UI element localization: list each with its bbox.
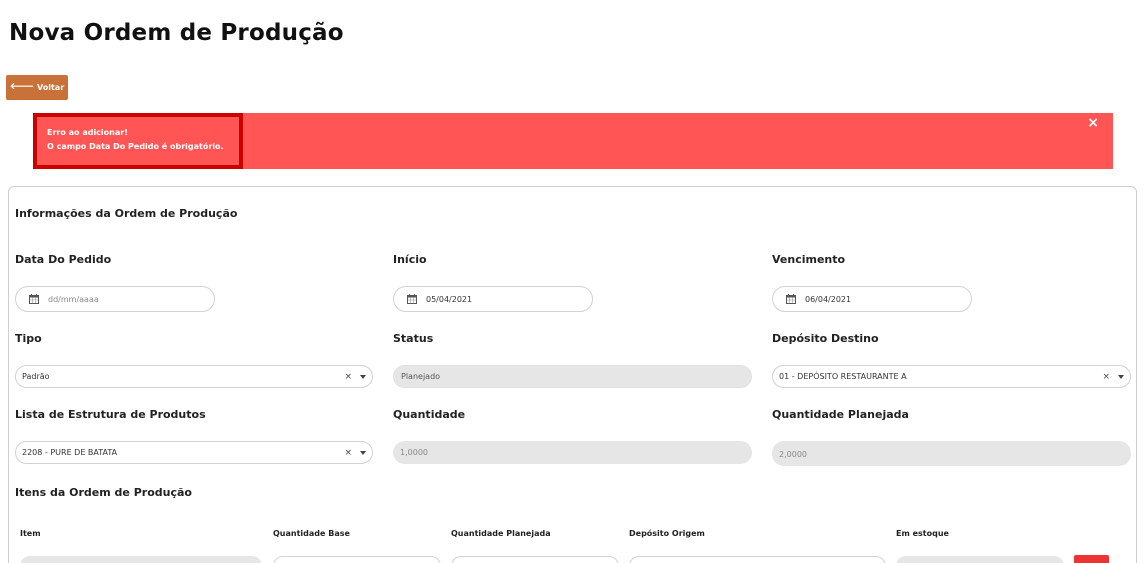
tipo-select[interactable]: Padrão × bbox=[15, 365, 373, 388]
quantidade-field: 1,0000 bbox=[393, 441, 752, 464]
page-title: Nova Ordem de Produção bbox=[9, 20, 344, 46]
inicio-input[interactable]: 05/04/2021 bbox=[393, 286, 593, 312]
em-estoque-field bbox=[896, 556, 1064, 563]
deposito-origem-select[interactable] bbox=[629, 556, 886, 563]
error-alert: Erro ao adicionar! O campo Data Do Pedid… bbox=[33, 113, 1113, 169]
clear-icon[interactable]: × bbox=[344, 448, 352, 458]
quantidade-planejada-field: 2,0000 bbox=[772, 441, 1131, 466]
production-order-form: Informações da Ordem de Produção Data Do… bbox=[8, 186, 1137, 563]
label-vencimento: Vencimento bbox=[772, 253, 846, 266]
back-button-label: Voltar bbox=[36, 83, 65, 92]
vencimento-value: 06/04/2021 bbox=[805, 294, 852, 304]
vencimento-input[interactable]: 06/04/2021 bbox=[772, 286, 972, 312]
label-deposito-destino: Depósito Destino bbox=[772, 332, 879, 345]
status-field: Planejado bbox=[393, 365, 752, 388]
chevron-down-icon[interactable] bbox=[1118, 374, 1124, 379]
label-lista-estrutura: Lista de Estrutura de Produtos bbox=[15, 408, 206, 421]
chevron-down-icon[interactable] bbox=[360, 450, 366, 455]
chevron-down-icon[interactable] bbox=[360, 374, 366, 379]
error-title: Erro ao adicionar! bbox=[47, 128, 128, 137]
deposito-destino-select[interactable]: 01 - DEPÓSITO RESTAURANTE A × bbox=[772, 365, 1131, 388]
label-data-pedido: Data Do Pedido bbox=[15, 253, 112, 266]
data-pedido-placeholder: dd/mm/aaaa bbox=[48, 294, 99, 304]
clear-icon[interactable]: × bbox=[1102, 372, 1110, 382]
column-header-quantidade-base: Quantidade Base bbox=[273, 529, 350, 538]
lista-estrutura-value: 2208 - PURE DE BATATA bbox=[22, 448, 118, 457]
arrow-left-icon: 🡐 bbox=[9, 82, 34, 92]
label-quantidade-planejada: Quantidade Planejada bbox=[772, 408, 909, 421]
quantidade-base-field[interactable] bbox=[273, 556, 441, 563]
column-header-deposito-origem: Depósito Origem bbox=[629, 529, 705, 538]
quantidade-planejada-item-field[interactable] bbox=[451, 556, 619, 563]
item-field[interactable] bbox=[20, 556, 262, 563]
inicio-value: 05/04/2021 bbox=[426, 294, 473, 304]
calendar-icon bbox=[407, 294, 417, 304]
close-icon[interactable]: × bbox=[1087, 115, 1099, 131]
back-button[interactable]: 🡐 Voltar bbox=[6, 75, 68, 100]
label-status: Status bbox=[393, 332, 434, 345]
error-detail: O campo Data Do Pedido é obrigatório. bbox=[47, 142, 224, 151]
data-pedido-input[interactable]: dd/mm/aaaa bbox=[15, 286, 215, 312]
column-header-item: Item bbox=[20, 529, 41, 538]
section-title-itens: Itens da Ordem de Produção bbox=[15, 486, 192, 499]
clear-icon[interactable]: × bbox=[344, 372, 352, 382]
column-header-em-estoque: Em estoque bbox=[896, 529, 949, 538]
error-message-box: Erro ao adicionar! O campo Data Do Pedid… bbox=[33, 113, 243, 169]
lista-estrutura-select[interactable]: 2208 - PURE DE BATATA × bbox=[15, 441, 373, 464]
calendar-icon bbox=[786, 294, 796, 304]
column-header-quantidade-planejada: Quantidade Planejada bbox=[451, 529, 551, 538]
deposito-destino-value: 01 - DEPÓSITO RESTAURANTE A bbox=[779, 372, 907, 381]
label-tipo: Tipo bbox=[15, 332, 42, 345]
delete-item-button[interactable] bbox=[1074, 555, 1109, 563]
calendar-icon bbox=[29, 294, 39, 304]
label-quantidade: Quantidade bbox=[393, 408, 466, 421]
section-title-info: Informações da Ordem de Produção bbox=[15, 207, 238, 220]
label-inicio: Início bbox=[393, 253, 427, 266]
tipo-value: Padrão bbox=[22, 372, 50, 381]
